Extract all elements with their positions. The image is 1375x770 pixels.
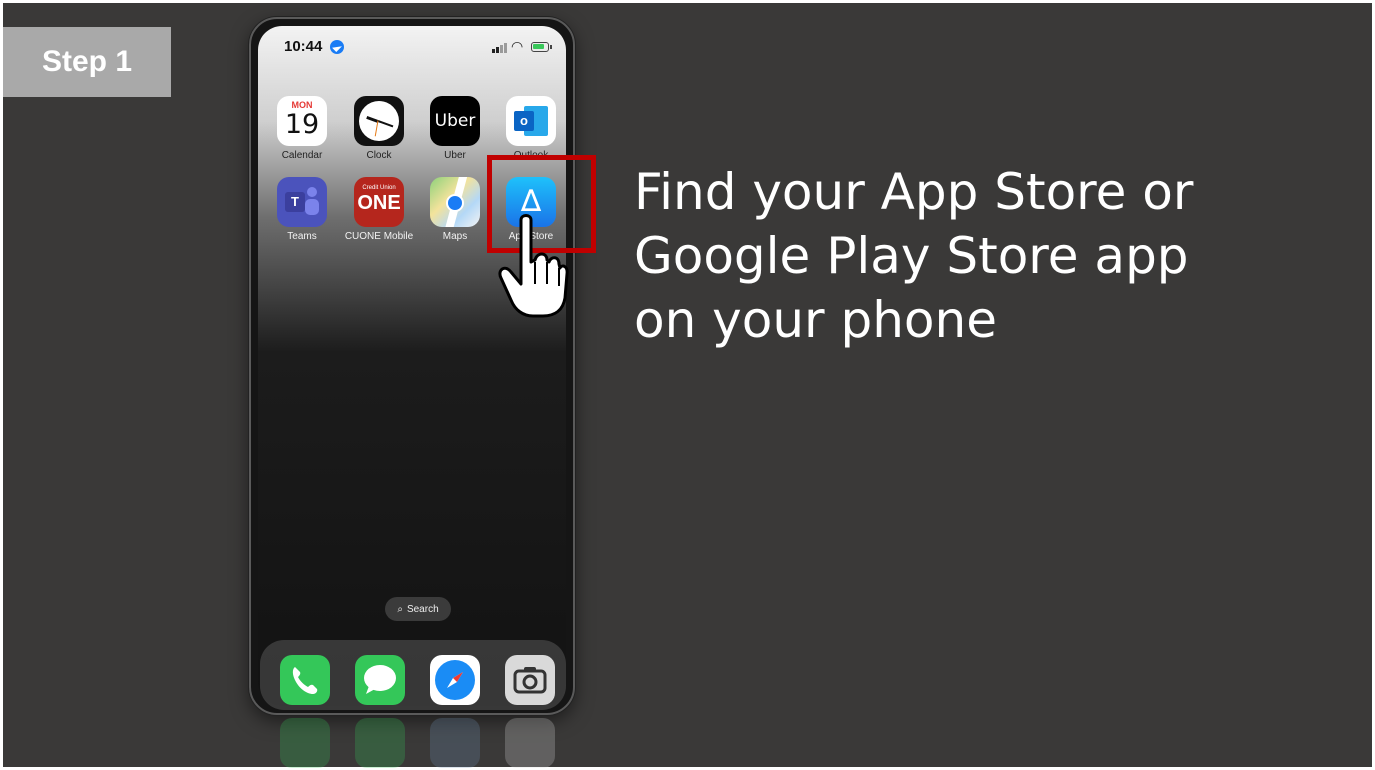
maps-icon (430, 177, 480, 227)
location-icon (330, 40, 344, 54)
app-label: CUONE Mobile (344, 231, 414, 242)
phone-icon[interactable] (280, 655, 330, 705)
status-time: 10:44 (284, 38, 323, 55)
app-outlook[interactable]: o Outlook (493, 96, 569, 161)
pointing-hand-icon (498, 214, 569, 318)
wifi-icon: ◠ (511, 38, 524, 54)
outlook-letter: o (514, 111, 534, 131)
app-cuone-mobile[interactable]: Credit Union ONE CUONE Mobile (341, 177, 417, 242)
messages-icon[interactable] (355, 655, 405, 705)
search-label: Search (406, 603, 439, 615)
uber-icon: Uber (430, 96, 480, 146)
outlook-icon: o (506, 96, 556, 146)
instruction-line: on your phone (634, 291, 997, 349)
dock-reflection (355, 718, 405, 768)
instruction-line: Google Play Store app (634, 227, 1189, 285)
app-uber[interactable]: Uber Uber (417, 96, 493, 161)
app-label: Maps (442, 231, 468, 242)
dock-reflection (430, 718, 480, 768)
instruction-line: Find your App Store or (634, 163, 1194, 221)
safari-icon[interactable] (430, 655, 480, 705)
app-label: Clock (366, 150, 392, 161)
app-label: Uber (444, 150, 466, 161)
teams-icon: T (277, 177, 327, 227)
clock-icon (354, 96, 404, 146)
app-label: Calendar (281, 150, 323, 161)
app-label: Teams (287, 231, 317, 242)
cuone-icon: Credit Union ONE (354, 177, 404, 227)
status-bar: 10:44 ◠ (258, 26, 566, 66)
slide-border (0, 0, 1375, 770)
battery-icon (531, 42, 552, 52)
search-pill[interactable]: ⌕ Search (385, 597, 451, 621)
app-calendar[interactable]: MON 19 Calendar (264, 96, 340, 161)
cuone-big-text: ONE (357, 192, 401, 214)
app-clock[interactable]: Clock (341, 96, 417, 161)
camera-icon[interactable] (505, 655, 555, 705)
app-teams[interactable]: T Teams (264, 177, 340, 242)
instruction-text: Find your App Store or Google Play Store… (634, 160, 1274, 352)
cuone-small-text: Credit Union (362, 185, 396, 191)
dock-reflection (505, 718, 555, 768)
teams-letter: T (285, 192, 305, 212)
calendar-icon: MON 19 (277, 96, 327, 146)
search-icon: ⌕ (397, 603, 403, 615)
signal-icon (492, 42, 508, 53)
calendar-date: 19 (284, 109, 320, 140)
dock-reflection (280, 718, 330, 768)
step-badge: Step 1 (3, 27, 171, 97)
app-maps[interactable]: Maps (417, 177, 493, 242)
